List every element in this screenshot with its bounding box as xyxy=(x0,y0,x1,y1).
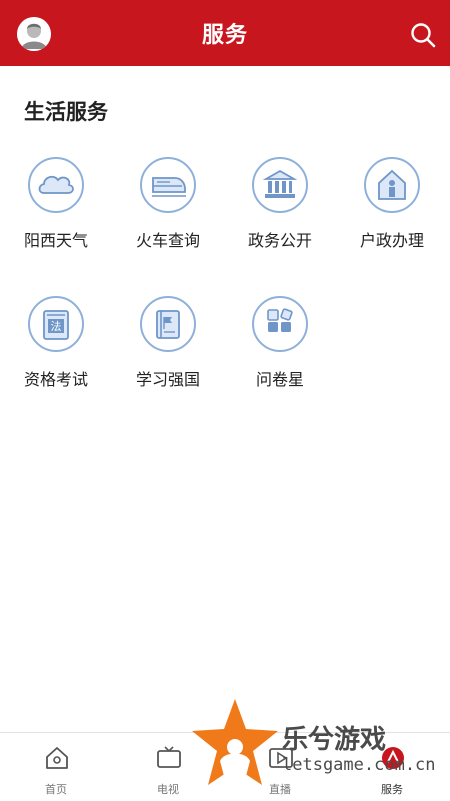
tab-label: 服务 xyxy=(381,783,403,796)
service-item-household[interactable]: 户政办理 xyxy=(344,157,440,251)
svg-text:法: 法 xyxy=(51,319,62,333)
service-label: 学习强国 xyxy=(135,370,200,389)
search-icon[interactable] xyxy=(410,22,436,48)
service-icon-frame xyxy=(252,296,308,352)
law-book-icon: 法 xyxy=(43,310,69,340)
home-icon xyxy=(46,747,68,769)
service-item-government[interactable]: 政务公开 xyxy=(232,157,328,251)
tab-home[interactable]: 首页 xyxy=(0,733,112,801)
service-icon-frame xyxy=(364,157,420,213)
service-icon-frame xyxy=(28,157,84,213)
tv-icon xyxy=(157,746,181,768)
section-title: 生活服务 xyxy=(24,100,108,124)
service-label: 阳西天气 xyxy=(23,231,88,250)
tab-label: 直播 xyxy=(269,783,291,796)
service-icon-frame xyxy=(140,157,196,213)
bottom-nav: 首页 电视 直播 服务 xyxy=(0,732,450,801)
service-item-exam[interactable]: 法 资格考试 xyxy=(8,296,104,390)
tab-live[interactable]: 直播 xyxy=(224,733,336,801)
service-item-study[interactable]: 学习强国 xyxy=(120,296,216,390)
service-label: 火车查询 xyxy=(135,231,200,250)
top-bar: 服务 xyxy=(0,0,450,66)
service-icon xyxy=(382,747,404,769)
service-icon-frame xyxy=(140,296,196,352)
tab-label: 首页 xyxy=(45,783,67,796)
live-play-icon xyxy=(269,748,293,768)
service-item-train[interactable]: 火车查询 xyxy=(120,157,216,251)
service-label: 户政办理 xyxy=(359,231,424,250)
government-building-icon xyxy=(262,169,298,198)
tab-tv[interactable]: 电视 xyxy=(112,733,224,801)
service-item-weather[interactable]: 阳西天气 xyxy=(8,157,104,251)
study-book-icon xyxy=(156,310,180,339)
service-icon-frame: 法 xyxy=(28,296,84,352)
service-icon-frame xyxy=(252,157,308,213)
tab-label: 电视 xyxy=(157,783,179,796)
cloud-icon xyxy=(38,175,74,194)
tab-service[interactable]: 服务 xyxy=(336,733,448,801)
service-item-survey[interactable]: 问卷星 xyxy=(232,296,328,390)
service-label: 问卷星 xyxy=(255,370,304,389)
service-label: 政务公开 xyxy=(247,231,312,250)
household-icon xyxy=(378,169,406,200)
service-label: 资格考试 xyxy=(23,370,88,389)
train-icon xyxy=(152,177,186,197)
survey-grid-icon xyxy=(267,308,293,332)
page-title: 服务 xyxy=(201,23,248,48)
